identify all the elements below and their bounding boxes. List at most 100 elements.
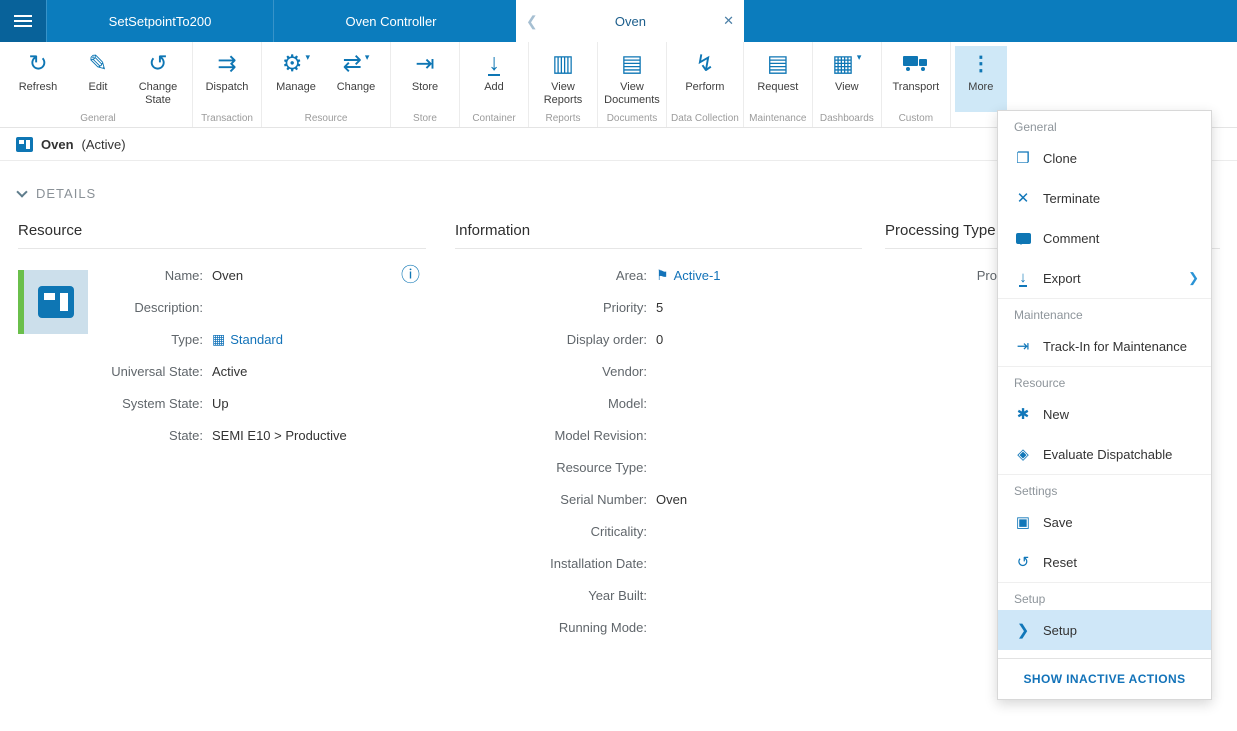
view-reports-icon: ▥ — [552, 49, 574, 76]
tab-setsetpointto200[interactable]: SetSetpointTo200 — [46, 0, 273, 42]
field-label: Model Revision: — [554, 427, 648, 443]
menu-item-evaluate-dispatchable[interactable]: ◈ Evaluate Dispatchable — [998, 434, 1211, 474]
field-row-state: State: SEMI E10 > Productive — [18, 419, 426, 451]
field-label: Vendor: — [602, 363, 647, 379]
menu-item-comment[interactable]: Comment — [998, 218, 1211, 258]
menu-item-setup[interactable]: ❯ Setup — [998, 610, 1211, 650]
ribbon-group-label-reports: Reports — [545, 113, 581, 124]
field-label: Universal State: — [111, 363, 203, 379]
show-inactive-actions-button[interactable]: SHOW INACTIVE ACTIONS — [998, 658, 1211, 699]
tab-oven-controller[interactable]: Oven Controller — [273, 0, 508, 42]
field-label: Serial Number: — [560, 491, 647, 507]
store-button[interactable]: ⇥ Store — [395, 48, 455, 110]
area-active-1-link[interactable]: Active-1 — [674, 268, 721, 283]
request-button[interactable]: ▤ Request — [748, 48, 808, 110]
menu-item-new[interactable]: ✱ New — [998, 394, 1211, 434]
area-flag-icon: ⚑ — [656, 267, 669, 283]
field-label: Description: — [134, 299, 203, 315]
field-label: Pro — [976, 267, 997, 283]
change-state-button[interactable]: ↺ Change State — [128, 48, 188, 110]
request-label: Request — [757, 81, 799, 93]
resource-panel: Resource ⓘ Name: Oven Description: Type:… — [18, 222, 426, 451]
ribbon-group-label-documents: Documents — [606, 113, 658, 124]
manage-label: Manage — [276, 81, 316, 93]
refresh-button[interactable]: ↻ Refresh — [8, 48, 68, 110]
evaluate-dispatchable-icon: ◈ — [1017, 446, 1029, 463]
details-section-toggle[interactable]: DETAILS — [16, 185, 96, 201]
ribbon-group-maintenance: ▤ Request Maintenance — [744, 42, 813, 127]
ribbon-group-custom: Transport Custom — [882, 42, 951, 127]
field-row-display-order: Display order: 0 — [455, 323, 862, 355]
information-panel-header: Information — [455, 222, 862, 249]
field-label: Installation Date: — [550, 555, 647, 571]
clone-icon: ❐ — [1016, 150, 1030, 167]
more-ellipsis-icon: ⋮ — [970, 53, 991, 75]
view-documents-label: View Documents — [604, 81, 660, 106]
view-dashboards-button[interactable]: ▦ ▾ View — [817, 48, 877, 110]
field-row-type: Type: ▦ Standard — [18, 323, 426, 355]
view-documents-button[interactable]: ▤ View Documents — [602, 48, 662, 110]
menu-section-maintenance: Maintenance ⇥ Track-In for Maintenance — [998, 298, 1211, 366]
field-row-year-built: Year Built: — [455, 579, 862, 611]
edit-label: Edit — [88, 81, 108, 93]
tab-oven-active[interactable]: ❮ Oven ✕ — [516, 0, 744, 42]
menu-item-label: Save — [1043, 514, 1073, 530]
field-row-priority: Priority: 5 — [455, 291, 862, 323]
manage-button[interactable]: ⚙ ▾ Manage — [266, 48, 326, 110]
edit-button[interactable]: ✎ Edit — [68, 48, 128, 110]
ribbon-group-label-dashboards: Dashboards — [819, 113, 874, 124]
menu-item-export[interactable]: ↓ Export ❯ — [998, 258, 1211, 298]
menu-item-save[interactable]: ▣ Save — [998, 502, 1211, 542]
type-standard-link[interactable]: Standard — [230, 332, 283, 347]
field-value: Oven — [656, 491, 688, 507]
field-row-model: Model: — [455, 387, 862, 419]
field-label: Running Mode: — [558, 619, 647, 635]
tab-back-chevron-icon[interactable]: ❮ — [526, 13, 538, 30]
new-asterisk-icon: ✱ — [1016, 406, 1030, 423]
field-row-name: Name: Oven — [18, 259, 426, 291]
menu-item-track-in-for-maintenance[interactable]: ⇥ Track-In for Maintenance — [998, 326, 1211, 366]
information-panel: Information Area: ⚑ Active-1 Priority: 5… — [455, 222, 862, 643]
field-row-model-revision: Model Revision: — [455, 419, 862, 451]
menu-section-label: Resource — [1014, 376, 1066, 390]
manage-gear-icon: ⚙ — [281, 49, 303, 76]
field-label: System State: — [122, 395, 203, 411]
ribbon-group-label-data-collection: Data Collection — [671, 113, 739, 124]
view-reports-button[interactable]: ▥ View Reports — [533, 48, 593, 110]
transport-button[interactable]: Transport — [886, 48, 946, 110]
ribbon-group-store: ⇥ Store Store — [391, 42, 460, 127]
ribbon-group-label-resource: Resource — [304, 113, 348, 124]
field-row-system-state: System State: Up — [18, 387, 426, 419]
add-button[interactable]: ↓ Add — [464, 48, 524, 110]
dispatch-button[interactable]: ⇉ Dispatch — [197, 48, 257, 110]
menu-item-clone[interactable]: ❐ Clone — [998, 138, 1211, 178]
add-container-icon: ↓ — [488, 48, 500, 76]
view-reports-label: View Reports — [543, 81, 583, 106]
field-row-resource-type: Resource Type: — [455, 451, 862, 483]
menu-section-setup: Setup ❯ Setup — [998, 582, 1211, 650]
change-button[interactable]: ⇄ ▾ Change — [326, 48, 386, 110]
edit-icon: ✎ — [88, 49, 108, 76]
active-tab-title: Oven — [614, 13, 646, 29]
ribbon-group-reports: ▥ View Reports Reports — [529, 42, 598, 127]
terminate-x-icon: ✕ — [1016, 190, 1030, 207]
menu-section-label: General — [1014, 120, 1057, 134]
menu-item-reset[interactable]: ↺ Reset — [998, 542, 1211, 582]
submenu-chevron-right-icon: ❯ — [1188, 270, 1199, 285]
chevron-down-icon: ▾ — [364, 52, 370, 62]
perform-button[interactable]: ↯ Perform — [675, 48, 735, 110]
menu-item-label: Export — [1043, 270, 1081, 286]
hamburger-menu-icon[interactable] — [0, 0, 46, 42]
menu-item-terminate[interactable]: ✕ Terminate — [998, 178, 1211, 218]
menu-item-label: New — [1043, 406, 1070, 422]
menu-item-label: Setup — [1043, 622, 1077, 638]
tab-close-icon[interactable]: ✕ — [723, 13, 734, 29]
field-label: Type: — [171, 331, 203, 347]
chevron-down-icon: ▾ — [305, 52, 311, 62]
add-label: Add — [484, 81, 504, 93]
change-state-icon: ↺ — [148, 49, 168, 76]
field-label: Resource Type: — [556, 459, 647, 475]
tab-label: Oven Controller — [345, 13, 437, 29]
more-button[interactable]: ⋮ More — [954, 46, 1007, 112]
transport-truck-icon — [902, 55, 929, 71]
